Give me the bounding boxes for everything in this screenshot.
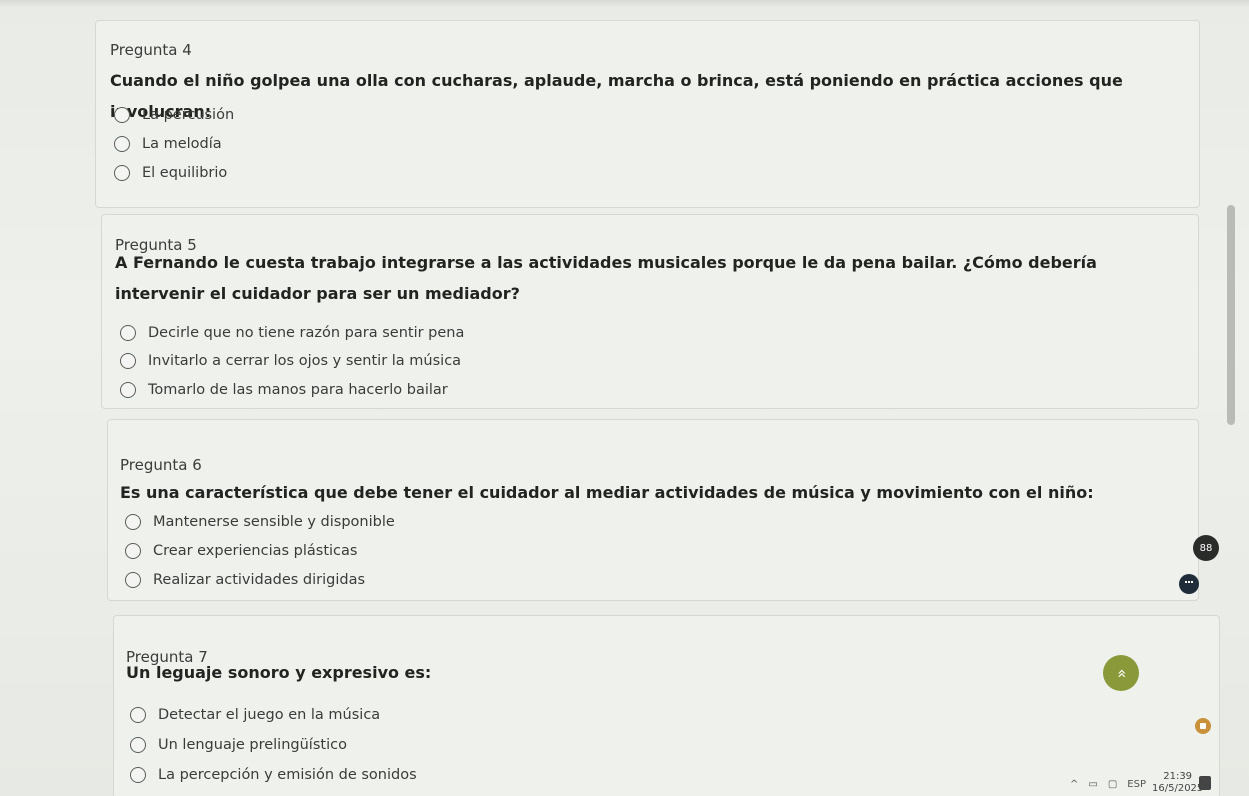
radio-circle-icon[interactable] [125,572,141,588]
option-radio[interactable]: Crear experiencias plásticas [125,543,357,559]
option-label: La melodía [142,136,222,152]
radio-circle-icon[interactable] [120,382,136,398]
option-label: La percusión [142,107,235,123]
option-label: Decirle que no tiene razón para sentir p… [148,325,465,341]
language-indicator[interactable]: ESP [1127,779,1146,790]
double-chevron-up-icon: » [1111,668,1131,678]
scroll-to-top-button[interactable]: » [1103,655,1139,691]
chevron-up-icon[interactable]: ^ [1070,779,1078,790]
camera-icon[interactable]: ▭ [1088,779,1097,790]
option-radio[interactable]: Tomarlo de las manos para hacerlo bailar [120,382,448,398]
radio-circle-icon[interactable] [114,107,130,123]
question-card-4: Pregunta 4 Cuando el niño golpea una oll… [95,20,1200,208]
option-label: Detectar el juego en la música [158,707,381,723]
option-radio[interactable]: Un lenguaje prelingüístico [130,737,347,753]
puzzle-icon [1200,723,1206,729]
radio-circle-icon[interactable] [130,737,146,753]
top-edge [0,0,1249,8]
radio-circle-icon[interactable] [130,767,146,783]
option-label: Tomarlo de las manos para hacerlo bailar [148,382,448,398]
question-text: Es una característica que debe tener el … [120,483,1094,502]
display-icon[interactable]: ▢ [1108,779,1117,790]
question-card-7: Pregunta 7 Un leguaje sonoro y expresivo… [113,615,1220,796]
question-text: Cuando el niño golpea una olla con cucha… [110,71,1123,121]
question-number: Pregunta 4 [110,41,192,59]
extension-button[interactable] [1195,718,1211,734]
grid-icon: 88 [1199,542,1213,554]
system-clock[interactable]: 21:39 16/5/2025 [1152,771,1203,795]
option-radio[interactable]: El equilibrio [114,165,227,181]
grid-menu-button[interactable]: 88 [1193,535,1219,561]
radio-circle-icon[interactable] [120,353,136,369]
option-label: Realizar actividades dirigidas [153,572,366,588]
option-radio[interactable]: La melodía [114,136,222,152]
screen: Pregunta 4 Cuando el niño golpea una oll… [0,0,1249,796]
option-label: Mantenerse sensible y disponible [153,514,395,530]
option-label: El equilibrio [142,165,228,181]
question-text: Un leguaje sonoro y expresivo es: [126,663,432,682]
assistant-icon [1185,581,1193,587]
radio-circle-icon[interactable] [130,707,146,723]
clock-date: 16/5/2025 [1152,783,1204,794]
question-text: A Fernando le cuesta trabajo integrarse … [115,253,1097,303]
radio-circle-icon[interactable] [125,514,141,530]
radio-circle-icon[interactable] [114,165,130,181]
option-radio[interactable]: La percepción y emisión de sonidos [130,767,417,783]
option-label: Crear experiencias plásticas [153,543,358,559]
radio-circle-icon[interactable] [125,543,141,559]
option-radio[interactable]: Decirle que no tiene razón para sentir p… [120,325,464,341]
option-radio[interactable]: La percusión [114,107,234,123]
assistant-button[interactable] [1179,574,1199,594]
option-radio[interactable]: Detectar el juego en la música [130,707,380,723]
option-label: Un lenguaje prelingüístico [158,737,347,753]
option-label: Invitarlo a cerrar los ojos y sentir la … [148,353,462,369]
question-card-6: Pregunta 6 Es una característica que deb… [107,419,1199,601]
radio-circle-icon[interactable] [114,136,130,152]
notification-icon[interactable] [1199,776,1211,790]
taskbar-tray: ^ ▭ ▢ ESP [1030,772,1249,796]
option-label: La percepción y emisión de sonidos [158,767,417,783]
page-scrollbar[interactable] [1227,205,1235,425]
radio-circle-icon[interactable] [120,325,136,341]
option-radio[interactable]: Invitarlo a cerrar los ojos y sentir la … [120,353,461,369]
option-radio[interactable]: Realizar actividades dirigidas [125,572,365,588]
clock-time: 21:39 [1163,771,1193,782]
question-card-5: Pregunta 5 A Fernando le cuesta trabajo … [101,214,1199,409]
option-radio[interactable]: Mantenerse sensible y disponible [125,514,395,530]
